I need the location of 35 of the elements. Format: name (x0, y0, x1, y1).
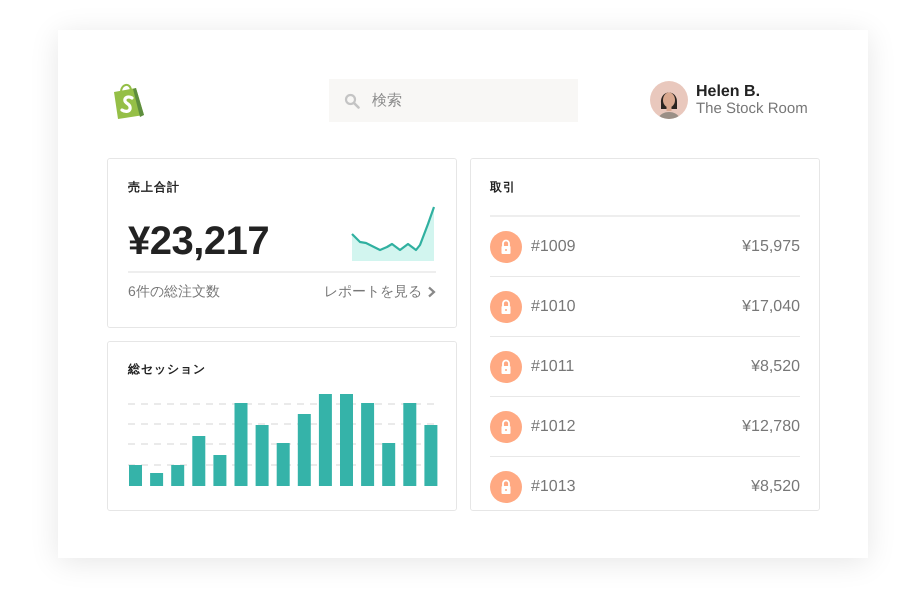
bar (298, 414, 311, 486)
lock-icon (490, 410, 522, 442)
order-number: #1009 (531, 238, 576, 256)
card-title: 総セッション (128, 361, 207, 378)
bar (276, 443, 290, 486)
lock-icon (490, 290, 522, 322)
bar (256, 425, 269, 486)
order-number: #1012 (531, 418, 576, 436)
chevron-right-icon (427, 286, 436, 298)
user-name: Helen B. (696, 83, 762, 100)
order-amount: ¥17,040 (742, 298, 800, 316)
lock-icon (490, 350, 522, 382)
order-number: #1010 (531, 298, 576, 316)
order-count: 6件の総注文数 (128, 283, 220, 301)
order-amount: ¥8,520 (751, 478, 800, 496)
bar (171, 465, 184, 486)
order-number: #1011 (531, 358, 576, 376)
card-title: 取引 (490, 179, 800, 217)
lock-icon (490, 470, 522, 502)
sales-total: ¥23,217 (128, 219, 270, 263)
order-number: #1013 (531, 478, 576, 496)
order-amount: ¥15,975 (742, 238, 800, 256)
bar (424, 425, 438, 486)
bar (150, 473, 164, 486)
report-link[interactable]: レポートを見る (324, 283, 436, 301)
bar (382, 443, 396, 486)
bar (129, 465, 142, 486)
card-title: 売上合計 (128, 179, 181, 196)
lock-icon (490, 230, 522, 262)
search-field[interactable]: 検索 (329, 78, 578, 122)
bar (192, 436, 206, 486)
store-name: The Stock Room (696, 100, 808, 117)
order-amount: ¥12,780 (742, 418, 800, 436)
bar (213, 455, 226, 486)
order-amount: ¥8,520 (751, 358, 800, 376)
